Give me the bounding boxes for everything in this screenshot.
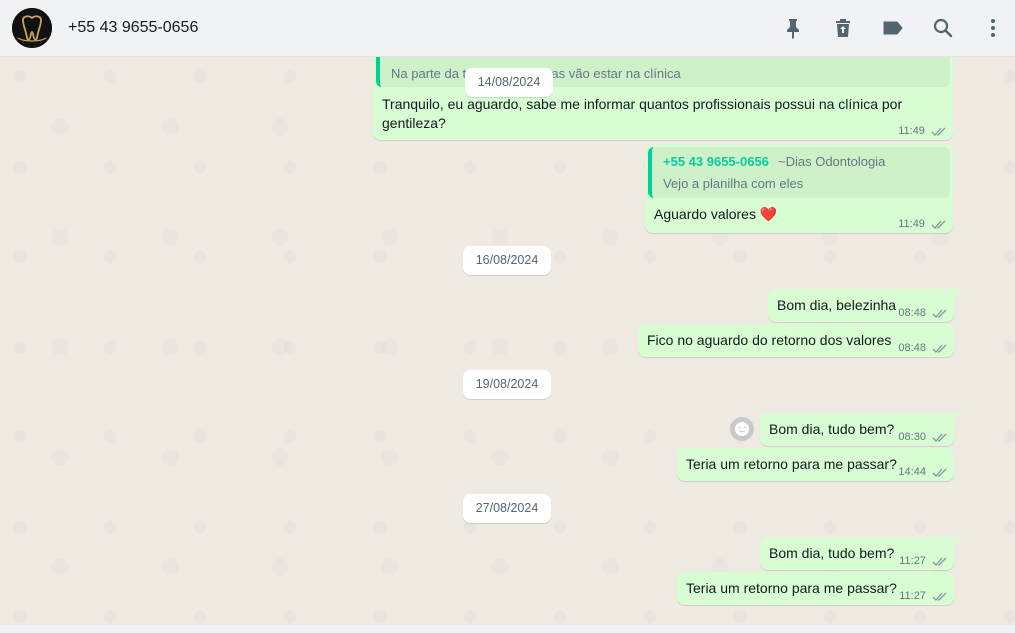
- message-meta: 11:49: [898, 218, 947, 230]
- quoted-text: Vejo a planilha com eles: [663, 176, 804, 191]
- double-check-icon: [932, 344, 947, 353]
- date-separator: 16/08/2024: [463, 246, 551, 275]
- tooth-logo-icon: [12, 8, 52, 48]
- message-meta: 08:48: [898, 342, 948, 354]
- double-check-icon: [931, 220, 946, 229]
- label-icon[interactable]: [881, 16, 905, 40]
- message-text: Teria um retorno para me passar?: [686, 456, 897, 472]
- quoted-message[interactable]: +55 43 9655-0656 ~Dias Odontologia Vejo …: [648, 147, 950, 198]
- message-text-line2: gentileza?: [382, 115, 446, 131]
- message-bubble[interactable]: Teria um retorno para me passar? 11:27: [677, 572, 954, 605]
- bubble-tail: [953, 537, 961, 547]
- message-text: Bom dia, tudo bem?: [769, 421, 895, 437]
- date-separator: 14/08/2024: [465, 68, 553, 97]
- message-text-content: Aguardo valores: [654, 206, 756, 222]
- message-time: 14:44: [898, 466, 926, 478]
- message-meta: 11:49: [898, 125, 947, 137]
- date-separator: 27/08/2024: [463, 494, 551, 523]
- message-meta: 08:48: [898, 307, 948, 319]
- message-text: Bom dia, tudo bem?: [769, 545, 895, 561]
- message-meta: 14:44: [898, 466, 948, 478]
- message-text: Fico no aguardo do retorno dos valores: [647, 332, 892, 348]
- message-time: 11:49: [898, 218, 925, 230]
- bubble-tail: [953, 289, 961, 299]
- smiley-icon: [735, 422, 749, 436]
- quoted-author: +55 43 9655-0656: [663, 154, 769, 169]
- contact-name[interactable]: +55 43 9655-0656: [68, 19, 198, 37]
- message-text: Teria um retorno para me passar?: [686, 580, 897, 596]
- message-bubble[interactable]: Bom dia, tudo bem? 08:30: [760, 413, 954, 446]
- menu-icon[interactable]: [981, 16, 1005, 40]
- message-bubble[interactable]: Fico no aguardo do retorno dos valores 0…: [638, 324, 954, 357]
- chat-header: +55 43 9655-0656: [0, 0, 1015, 57]
- bubble-tail: [953, 413, 961, 423]
- trash-icon[interactable]: [831, 16, 855, 40]
- double-check-icon: [931, 127, 946, 136]
- message-time: 08:48: [898, 342, 926, 354]
- double-check-icon: [932, 592, 947, 601]
- search-icon[interactable]: [931, 16, 955, 40]
- message-time: 08:48: [898, 307, 926, 319]
- quoted-author-subname: ~Dias Odontologia: [778, 154, 886, 169]
- heart-emoji: ❤️: [759, 206, 778, 222]
- message-time: 11:27: [899, 555, 926, 567]
- message-text: Aguardo valores ❤️: [654, 205, 777, 224]
- composer-bar-edge: [0, 625, 1015, 633]
- emoji-reaction-button[interactable]: [730, 417, 754, 441]
- double-check-icon: [932, 468, 947, 477]
- message-text-line1: Tranquilo, eu aguardo, sabe me informar …: [382, 96, 903, 112]
- message-time: 08:30: [898, 431, 926, 443]
- message-bubble[interactable]: Teria um retorno para me passar? 14:44: [677, 448, 954, 481]
- message-bubble[interactable]: Bom dia, belezinha 08:48: [768, 289, 954, 322]
- message-meta: 11:27: [899, 590, 948, 602]
- date-separator: 19/08/2024: [463, 370, 551, 399]
- contact-avatar[interactable]: [12, 8, 52, 48]
- double-check-icon: [932, 309, 947, 318]
- message-bubble[interactable]: +55 43 9655-0656 ~Dias Odontologia Vejo …: [645, 144, 953, 233]
- double-check-icon: [932, 557, 947, 566]
- message-meta: 08:30: [898, 431, 948, 443]
- message-bubble[interactable]: Bom dia, tudo bem? 11:27: [760, 537, 954, 570]
- message-meta: 11:27: [899, 555, 948, 567]
- double-check-icon: [932, 433, 947, 442]
- message-time: 11:49: [898, 125, 925, 137]
- pin-icon[interactable]: [781, 16, 805, 40]
- message-time: 11:27: [899, 590, 926, 602]
- message-text: Bom dia, belezinha: [777, 297, 897, 313]
